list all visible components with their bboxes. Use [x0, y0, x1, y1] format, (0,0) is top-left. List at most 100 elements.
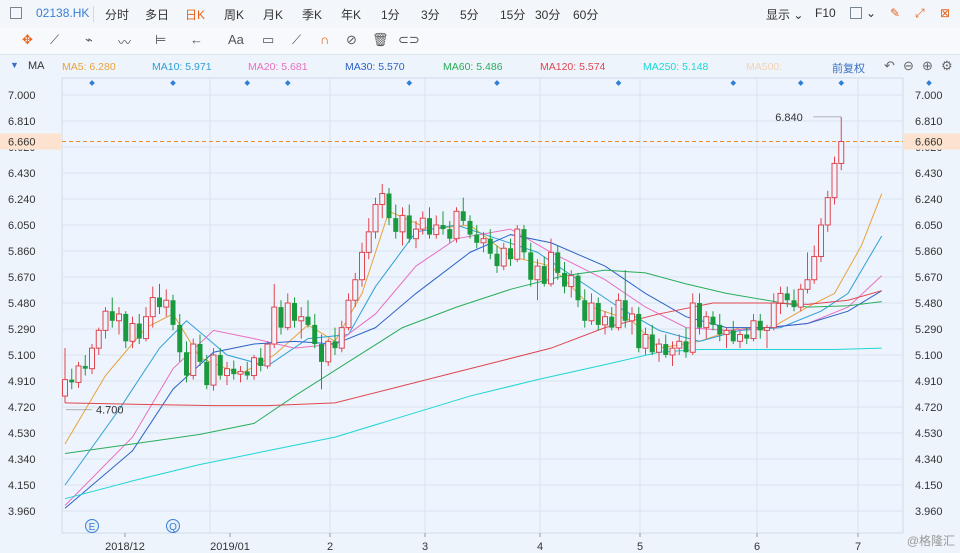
candle-body[interactable]	[528, 252, 534, 280]
candle-body[interactable]	[703, 316, 710, 329]
candle-body[interactable]	[534, 265, 541, 281]
candle-body[interactable]	[393, 218, 399, 232]
candle-body[interactable]	[332, 341, 338, 349]
candle-body[interactable]	[494, 253, 500, 267]
candle-body[interactable]	[278, 307, 284, 328]
candle-body[interactable]	[264, 343, 271, 367]
candle-body[interactable]	[562, 272, 567, 287]
candle-body[interactable]	[717, 324, 723, 335]
candle-body[interactable]	[804, 279, 811, 290]
candle-body[interactable]	[831, 162, 838, 199]
candle-body[interactable]	[75, 365, 82, 383]
candle-body[interactable]	[440, 225, 446, 230]
candle-body[interactable]	[656, 343, 662, 353]
candle-body[interactable]	[352, 279, 359, 301]
candle-body[interactable]	[649, 334, 655, 353]
candle-body[interactable]	[136, 323, 142, 339]
candle-body[interactable]	[251, 357, 257, 377]
candle-body[interactable]	[474, 234, 480, 243]
candle-body[interactable]	[663, 344, 669, 355]
candle-body[interactable]	[500, 247, 507, 267]
candle-body[interactable]	[433, 224, 440, 236]
candle-body[interactable]	[548, 251, 554, 285]
candle-body[interactable]	[629, 313, 635, 322]
candle-body[interactable]	[62, 379, 68, 397]
candle-body[interactable]	[184, 352, 189, 376]
candle-body[interactable]	[595, 303, 601, 325]
candle-body[interactable]	[163, 299, 170, 308]
candle-body[interactable]	[467, 220, 473, 235]
candle-body[interactable]	[95, 329, 102, 349]
candle-body[interactable]	[602, 316, 608, 326]
candle-body[interactable]	[487, 238, 493, 254]
candle-body[interactable]	[784, 293, 790, 301]
kline-chart[interactable]: 7.0007.0006.8106.8106.6206.6206.4306.430…	[0, 0, 960, 553]
candle-body[interactable]	[676, 340, 683, 349]
candle-body[interactable]	[149, 297, 156, 318]
candle-body[interactable]	[231, 368, 237, 375]
candle-body[interactable]	[764, 327, 770, 331]
candle-body[interactable]	[399, 214, 406, 233]
candle-body[interactable]	[109, 311, 115, 321]
candle-body[interactable]	[697, 303, 702, 328]
candle-body[interactable]	[811, 255, 818, 281]
candle-body[interactable]	[555, 252, 561, 273]
candle-body[interactable]	[204, 361, 210, 386]
candle-body[interactable]	[480, 238, 487, 244]
candle-body[interactable]	[730, 330, 736, 342]
candle-body[interactable]	[609, 316, 615, 328]
candle-body[interactable]	[689, 302, 696, 353]
candle-body[interactable]	[669, 347, 676, 356]
candle-body[interactable]	[750, 320, 757, 340]
candle-body[interactable]	[365, 231, 372, 253]
candle-body[interactable]	[319, 344, 324, 362]
candle-body[interactable]	[427, 218, 432, 235]
candle-body[interactable]	[710, 316, 716, 325]
candle-body[interactable]	[636, 313, 642, 349]
candle-body[interactable]	[568, 275, 575, 288]
candle-body[interactable]	[824, 197, 831, 226]
candle-body[interactable]	[325, 340, 332, 363]
candle-body[interactable]	[582, 300, 588, 321]
candle-body[interactable]	[210, 354, 217, 386]
candle-body[interactable]	[744, 334, 750, 339]
candle-body[interactable]	[345, 299, 352, 329]
candle-body[interactable]	[102, 310, 109, 331]
candle-body[interactable]	[588, 302, 595, 322]
candle-body[interactable]	[224, 368, 230, 377]
candle-body[interactable]	[447, 229, 453, 239]
candle-body[interactable]	[197, 344, 203, 362]
candle-body[interactable]	[359, 251, 365, 281]
candle-body[interactable]	[460, 211, 466, 221]
candle-body[interactable]	[237, 370, 244, 375]
candle-body[interactable]	[453, 210, 460, 240]
candle-body[interactable]	[723, 329, 730, 335]
candle-body[interactable]	[818, 224, 824, 257]
candle-body[interactable]	[143, 316, 149, 340]
candle-body[interactable]	[777, 292, 784, 304]
candle-body[interactable]	[82, 365, 88, 369]
candle-body[interactable]	[406, 215, 412, 239]
candle-body[interactable]	[244, 371, 250, 376]
candle-body[interactable]	[791, 300, 797, 308]
candle-body[interactable]	[413, 228, 419, 240]
candle-body[interactable]	[683, 341, 689, 353]
candle-body[interactable]	[284, 302, 291, 329]
candle-body[interactable]	[157, 297, 162, 308]
candle-body[interactable]	[338, 327, 345, 349]
candle-body[interactable]	[170, 300, 176, 325]
candle-body[interactable]	[129, 323, 136, 342]
candle-body[interactable]	[190, 343, 197, 377]
candle-body[interactable]	[116, 313, 122, 322]
candle-body[interactable]	[312, 324, 318, 345]
candle-body[interactable]	[372, 203, 379, 233]
candle-body[interactable]	[386, 193, 392, 219]
candle-body[interactable]	[217, 355, 223, 376]
candle-body[interactable]	[89, 347, 95, 370]
candle-body[interactable]	[258, 357, 264, 366]
candle-body[interactable]	[508, 248, 513, 260]
candle-body[interactable]	[177, 324, 183, 353]
candle-body[interactable]	[521, 229, 527, 253]
candle-body[interactable]	[271, 306, 278, 345]
candle-body[interactable]	[642, 333, 649, 349]
